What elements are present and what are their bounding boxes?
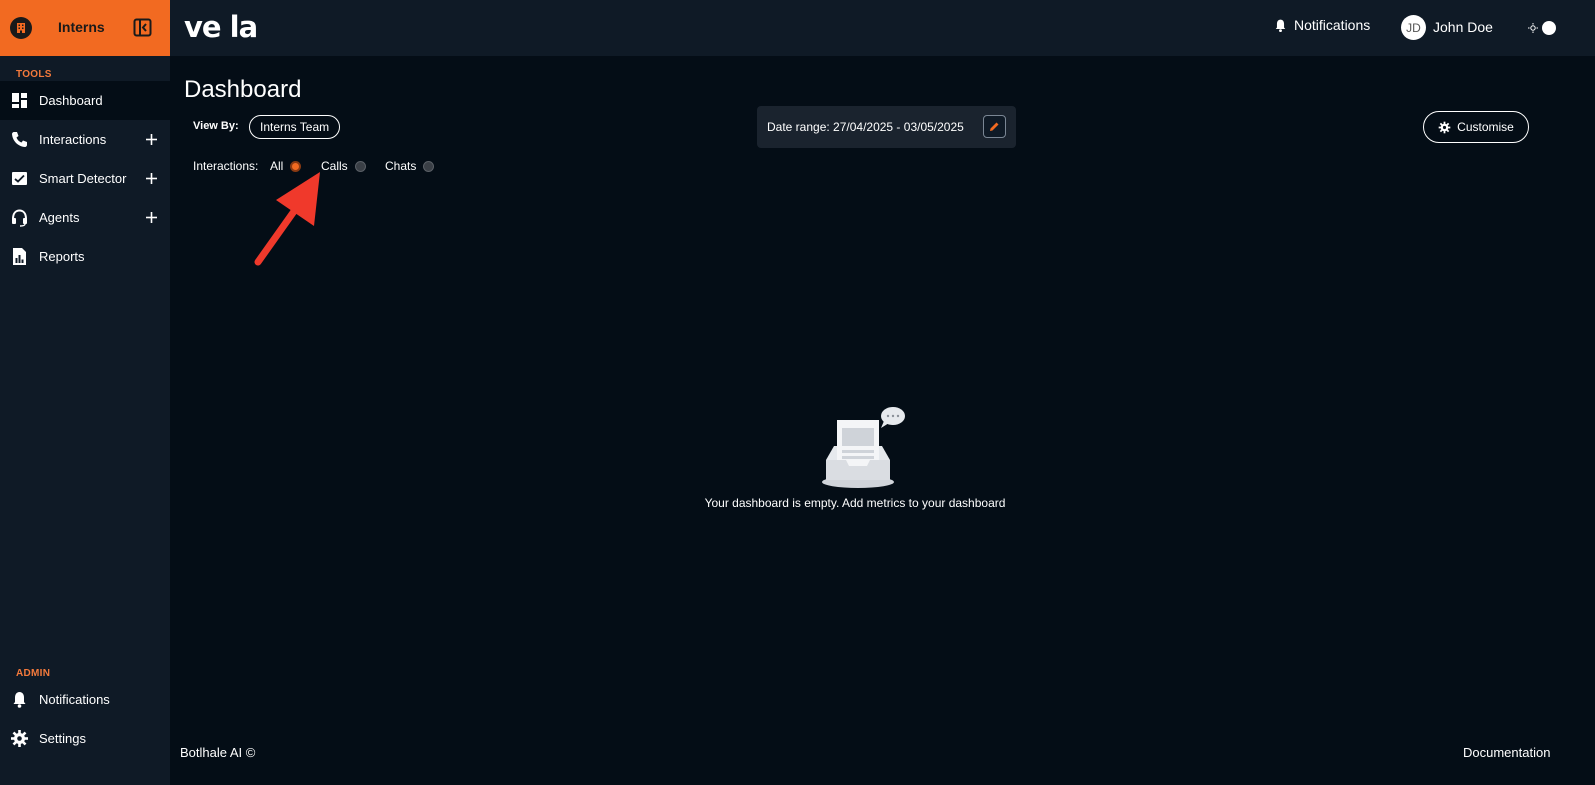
documentation-link[interactable]: Documentation (1463, 745, 1550, 760)
phone-icon (12, 132, 27, 147)
sidebar-item-label: Agents (39, 210, 80, 225)
filter-chats-radio[interactable]: Chats (385, 159, 435, 173)
gear-icon (11, 730, 28, 747)
sidebar-item-label: Smart Detector (39, 171, 127, 186)
avatar[interactable]: JD (1401, 15, 1426, 40)
sidebar-item-smart-detector[interactable]: Smart Detector (0, 159, 170, 198)
empty-inbox-icon (822, 407, 905, 488)
chart-check-icon (12, 172, 27, 185)
bell-icon (13, 692, 26, 708)
sidebar-item-notifications[interactable]: Notifications (0, 680, 170, 719)
top-bar: ve la Notifications JD John Doe (170, 0, 1595, 56)
filter-label: Interactions: (193, 159, 259, 173)
notifications-label: Notifications (1294, 17, 1371, 33)
pencil-icon (990, 122, 999, 131)
headset-icon (12, 209, 27, 227)
sidebar: Interns TOOLS Dashboard Interactions Sma… (0, 0, 170, 785)
sidebar-item-label: Settings (39, 731, 86, 746)
view-by-label: View By: (193, 120, 239, 132)
empty-state-message: Your dashboard is empty. Add metrics to … (704, 496, 1006, 510)
app-logo[interactable]: ve la (184, 10, 274, 46)
building-icon (10, 17, 32, 39)
sidebar-item-label: Notifications (39, 692, 110, 707)
dashboard-icon (12, 93, 27, 108)
date-range-box: Date range: 27/04/2025 - 03/05/2025 (757, 106, 1016, 148)
team-selector[interactable]: Interns Team (249, 115, 341, 139)
date-range-text: Date range: 27/04/2025 - 03/05/2025 (767, 120, 964, 134)
report-icon (13, 248, 26, 265)
org-name: Interns (58, 19, 105, 35)
logo-text: ve la (184, 10, 258, 44)
sidebar-item-settings[interactable]: Settings (0, 719, 170, 758)
org-header[interactable]: Interns (0, 0, 170, 56)
admin-section-label: ADMIN (16, 668, 51, 679)
collapse-sidebar-icon[interactable] (133, 18, 152, 37)
notifications-button[interactable]: Notifications (1273, 17, 1370, 33)
customise-button[interactable]: Customise (1423, 111, 1529, 143)
gear-icon (1438, 121, 1451, 133)
radio-unchecked-icon (354, 160, 366, 172)
bell-icon (1275, 19, 1286, 32)
plus-icon[interactable] (145, 211, 158, 224)
sidebar-item-agents[interactable]: Agents (0, 198, 170, 237)
user-name[interactable]: John Doe (1433, 19, 1493, 35)
sidebar-item-interactions[interactable]: Interactions (0, 120, 170, 159)
edit-date-button[interactable] (983, 115, 1006, 138)
sidebar-item-reports[interactable]: Reports (0, 237, 170, 276)
copyright-text: Botlhale AI © (180, 745, 256, 760)
page-title: Dashboard (184, 76, 302, 103)
theme-toggle[interactable] (1526, 19, 1558, 37)
plus-icon[interactable] (145, 133, 158, 146)
sidebar-item-label: Dashboard (39, 93, 103, 108)
customise-label: Customise (1457, 120, 1514, 134)
tools-section-label: TOOLS (16, 69, 52, 80)
plus-icon[interactable] (145, 172, 158, 185)
sidebar-item-label: Reports (39, 249, 85, 264)
sidebar-item-dashboard[interactable]: Dashboard (0, 81, 170, 120)
filter-option-label: Chats (385, 159, 417, 173)
sidebar-item-label: Interactions (39, 132, 107, 147)
radio-unchecked-icon (423, 160, 435, 172)
annotation-arrow-icon (254, 172, 320, 266)
